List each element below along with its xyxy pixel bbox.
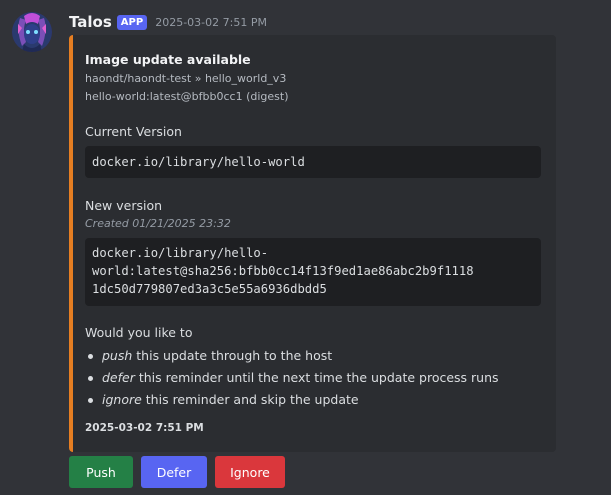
option-defer: defer this reminder until the next time … [85, 367, 499, 389]
chat-message: Talos APP 2025-03-02 7:51 PM Image updat… [0, 0, 611, 495]
author-name[interactable]: Talos [69, 13, 112, 31]
new-version-code: docker.io/library/hello- world:latest@sh… [85, 238, 541, 306]
current-version-code: docker.io/library/hello-world [85, 146, 541, 178]
embed-footer-timestamp: 2025-03-02 7:51 PM [85, 422, 204, 434]
option-text: this update through to the host [132, 348, 333, 363]
options-list: push this update through to the host def… [85, 345, 499, 411]
new-version-line: 1dc50d779807ed3a3c5e55a6936dbdd5 [92, 282, 327, 296]
new-version-line: world:latest@sha256:bfbb0cc14f13f9ed1ae8… [92, 264, 474, 278]
ignore-button[interactable]: Ignore [215, 456, 285, 488]
option-verb: ignore [102, 392, 142, 407]
option-verb: push [102, 348, 133, 363]
new-version-created: Created 01/21/2025 23:32 [85, 217, 231, 230]
message-timestamp[interactable]: 2025-03-02 7:51 PM [155, 16, 267, 29]
embed-digest-ref: hello-world:latest@bfbb0cc1 (digest) [85, 90, 289, 103]
new-version-line: docker.io/library/hello- [92, 246, 269, 260]
embed-title: Image update available [85, 52, 251, 67]
option-text: this reminder until the next time the up… [134, 370, 499, 385]
bullet-marker [88, 354, 93, 359]
bot-avatar[interactable] [12, 12, 52, 52]
option-verb: defer [102, 370, 135, 385]
update-embed: Image update available haondt/haondt-tes… [69, 35, 556, 452]
bullet-marker [88, 376, 93, 381]
current-version-label: Current Version [85, 124, 182, 139]
option-ignore: ignore this reminder and skip the update [85, 389, 499, 411]
app-badge: APP [116, 14, 148, 30]
message-header: Talos APP 2025-03-02 7:51 PM [69, 12, 267, 32]
option-push: push this update through to the host [85, 345, 499, 367]
new-version-label: New version [85, 198, 163, 213]
avatar-image [12, 12, 52, 52]
embed-repo-path: haondt/haondt-test » hello_world_v3 [85, 72, 287, 85]
bullet-marker [88, 398, 93, 403]
current-version-line: docker.io/library/hello-world [92, 155, 305, 169]
action-prompt: Would you like to [85, 325, 193, 340]
defer-button[interactable]: Defer [141, 456, 207, 488]
option-text: this reminder and skip the update [141, 392, 359, 407]
push-button[interactable]: Push [69, 456, 133, 488]
